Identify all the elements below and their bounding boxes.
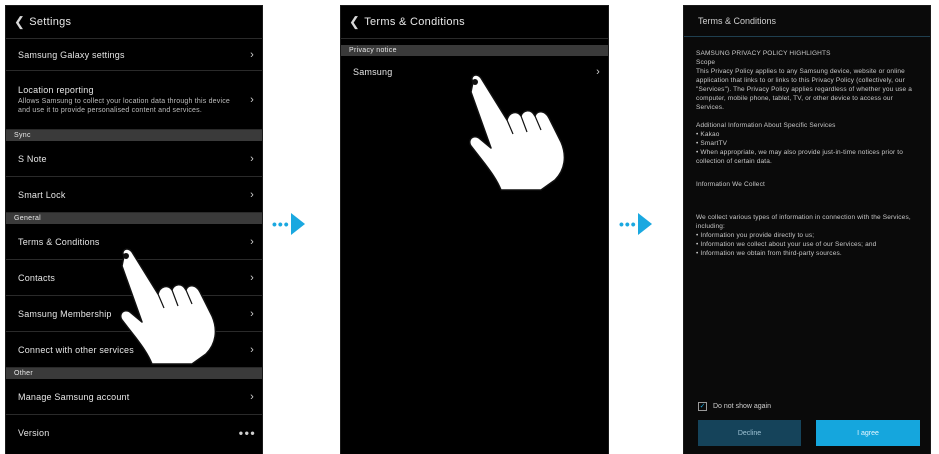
terms-paragraph: This Privacy Policy applies to any Samsu… xyxy=(696,68,913,111)
terms-text-body: SAMSUNG PRIVACY POLICY HIGHLIGHTS Scope … xyxy=(684,37,930,258)
terms-subheading: Additional Information About Specific Se… xyxy=(696,122,836,129)
row-label: Samsung Galaxy settings xyxy=(18,49,125,60)
checkbox-label: Do not show again xyxy=(713,403,771,410)
terms-app-bar: ❮ Terms & Conditions xyxy=(341,6,608,39)
back-arrow-icon[interactable]: ❮ xyxy=(14,14,25,30)
settings-row-version: Version ●●● xyxy=(6,415,262,450)
settings-row-snote[interactable]: S Note › xyxy=(6,141,262,177)
terms-subheading: Scope xyxy=(696,59,716,66)
row-sublabel: Allows Samsung to collect your location … xyxy=(18,98,231,114)
settings-row-galaxy[interactable]: Samsung Galaxy settings › xyxy=(6,39,262,71)
section-header-general: General xyxy=(6,213,262,224)
do-not-show-checkbox-row[interactable]: ✓ Do not show again xyxy=(698,402,771,411)
row-label: Terms & Conditions xyxy=(18,236,100,247)
section-header-other: Other xyxy=(6,368,262,379)
chevron-right-icon: › xyxy=(250,390,254,403)
next-step-arrow-icon: ••• xyxy=(619,213,652,235)
terms-detail-screen: Terms & Conditions SAMSUNG PRIVACY POLIC… xyxy=(684,6,930,454)
settings-app-bar: ❮ Settings xyxy=(6,6,262,39)
settings-row-manage[interactable]: Manage Samsung account › xyxy=(6,379,262,415)
tap-hand-icon xyxy=(468,74,566,191)
settings-row-smartlock[interactable]: Smart Lock › xyxy=(6,177,262,213)
terms-paragraph: We collect various types of information … xyxy=(696,214,911,257)
chevron-right-icon: › xyxy=(250,48,254,61)
back-arrow-icon[interactable]: ❮ xyxy=(349,14,360,30)
row-label: S Note xyxy=(18,153,47,164)
settings-screen: ❮ Settings Samsung Galaxy settings › Loc… xyxy=(6,6,262,454)
agree-button[interactable]: I agree xyxy=(816,420,920,446)
terms-heading: SAMSUNG PRIVACY POLICY HIGHLIGHTS xyxy=(696,50,831,57)
terms-paragraph: • Kakao • SmartTV • When appropriate, we… xyxy=(696,131,903,165)
settings-title: Settings xyxy=(29,16,72,28)
tap-hand-icon xyxy=(119,248,217,365)
terms-list-screen: ❮ Terms & Conditions Privacy notice Sams… xyxy=(341,6,608,454)
terms-subheading: Information We Collect xyxy=(696,181,765,188)
terms-title: Terms & Conditions xyxy=(364,16,465,28)
next-step-arrow-icon: ••• xyxy=(272,213,305,235)
chevron-right-icon: › xyxy=(596,66,600,78)
more-dots-icon: ●●● xyxy=(238,428,256,437)
row-label: Version xyxy=(18,427,50,438)
checkbox[interactable]: ✓ xyxy=(698,402,707,411)
chevron-right-icon: › xyxy=(250,235,254,248)
chevron-right-icon: › xyxy=(250,271,254,284)
chevron-right-icon: › xyxy=(250,188,254,201)
settings-row-location[interactable]: Location reporting Allows Samsung to col… xyxy=(6,71,262,130)
terms-detail-title: Terms & Conditions xyxy=(684,6,930,37)
decline-button[interactable]: Decline xyxy=(698,420,801,446)
section-header-privacy: Privacy notice xyxy=(341,45,608,56)
row-label: Location reporting xyxy=(18,85,94,95)
chevron-right-icon: › xyxy=(250,152,254,165)
section-header-sync: Sync xyxy=(6,130,262,141)
chevron-right-icon: › xyxy=(250,343,254,356)
row-label: Smart Lock xyxy=(18,189,66,200)
chevron-right-icon: › xyxy=(250,94,254,106)
chevron-right-icon: › xyxy=(250,307,254,320)
row-label: Manage Samsung account xyxy=(18,391,130,402)
